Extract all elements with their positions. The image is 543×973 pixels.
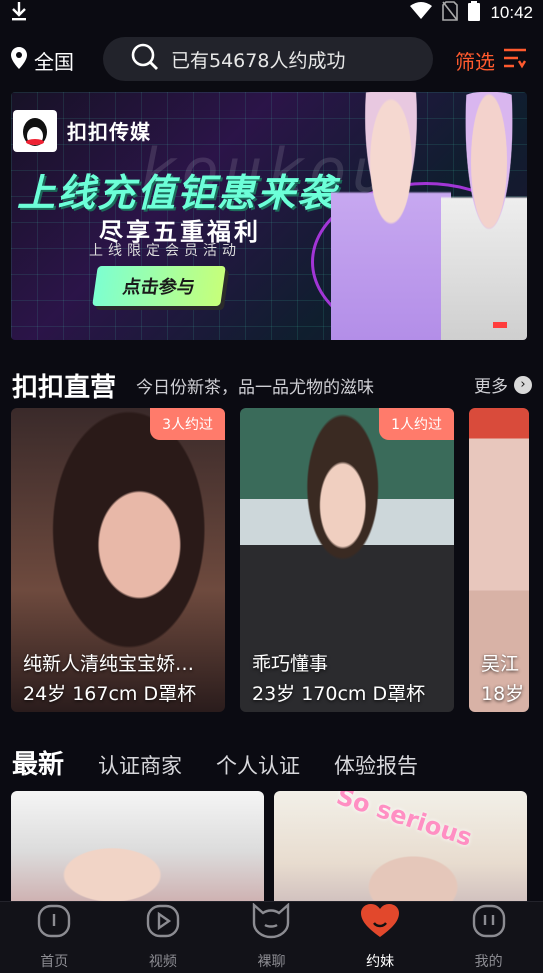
profile-meta: 24岁 167cm D罩杯	[23, 683, 197, 705]
nav-label: 我的	[474, 954, 503, 970]
tab-certified-merchants[interactable]: 认证商家	[98, 750, 182, 780]
featured-carousel[interactable]: 3人约过 纯新人清纯宝宝娇… 24岁 167cm D罩杯 1人约过 乖巧懂事 2…	[11, 408, 543, 712]
video-icon	[145, 903, 181, 943]
banner-headline: 上线充值钜惠来袭	[17, 171, 338, 215]
tab-personal-verified[interactable]: 个人认证	[216, 750, 300, 780]
banner-model-image	[331, 92, 451, 340]
location-label: 全国	[34, 50, 74, 74]
more-link[interactable]: 更多 ›	[474, 372, 532, 397]
promo-banner[interactable]: koukou 扣扣传媒 上线充值钜惠来袭 尽享五重福利 上线限定会员活动 点击参…	[11, 92, 527, 340]
tab-experience-reports[interactable]: 体验报告	[334, 750, 418, 780]
nav-item-profile[interactable]: 我的	[434, 902, 543, 973]
no-sim-icon	[442, 0, 459, 26]
more-label: 更多	[474, 377, 508, 397]
banner-cta-button[interactable]: 点击参与	[92, 266, 226, 306]
featured-section-header: 扣扣直营 今日份新茶，品一品尤物的滋味 更多 ›	[12, 368, 532, 403]
status-bar: 10:42	[0, 0, 543, 26]
listing-photo[interactable]: So serious	[274, 791, 527, 911]
latest-tabs: 最新 认证商家 个人认证 体验报告	[12, 744, 418, 781]
listing-photo[interactable]	[11, 791, 264, 911]
bottom-navigation: 首页 视频 裸聊 约妹 我的	[0, 901, 543, 973]
location-selector[interactable]: 全国	[10, 46, 74, 75]
section-title: 扣扣直营	[12, 372, 117, 403]
filter-icon	[503, 47, 527, 74]
nav-label: 约妹	[366, 954, 395, 970]
battery-icon	[468, 0, 481, 26]
home-icon	[36, 903, 72, 943]
booking-count-badge: 1人约过	[379, 408, 454, 440]
section-subtitle: 今日份新茶，品一品尤物的滋味	[136, 377, 375, 398]
cat-face-icon	[251, 902, 291, 943]
profile-name: 纯新人清纯宝宝娇…	[23, 653, 195, 675]
nav-item-live-chat[interactable]: 裸聊	[217, 902, 326, 973]
profile-card[interactable]: 1人约过 乖巧懂事 23岁 170cm D罩杯	[240, 408, 454, 712]
nav-item-home[interactable]: 首页	[0, 902, 109, 973]
download-icon	[10, 1, 28, 25]
banner-brand: 扣扣传媒	[67, 120, 151, 144]
profile-name: 吴江	[481, 653, 520, 675]
tab-latest[interactable]: 最新	[12, 744, 64, 781]
profile-name: 乖巧懂事	[252, 653, 329, 675]
banner-tagline: 上线限定会员活动	[89, 243, 241, 259]
wifi-icon	[410, 1, 433, 25]
chevron-right-icon: ›	[514, 375, 532, 394]
profile-card[interactable]: 吴江 18岁	[469, 408, 529, 712]
search-icon	[131, 43, 159, 76]
profile-meta: 23岁 170cm D罩杯	[252, 683, 426, 705]
profile-meta: 18岁	[481, 683, 525, 705]
nav-label: 视频	[148, 954, 177, 970]
heart-icon	[360, 903, 400, 943]
banner-page-indicator	[493, 322, 507, 328]
filter-label: 筛选	[455, 50, 495, 74]
profile-icon	[471, 903, 507, 943]
profile-card[interactable]: 3人约过 纯新人清纯宝宝娇… 24岁 167cm D罩杯	[11, 408, 225, 712]
booking-count-badge: 3人约过	[150, 408, 225, 440]
search-text: 已有54678人约成功	[171, 49, 346, 72]
nav-item-dating[interactable]: 约妹	[326, 902, 435, 973]
filter-button[interactable]: 筛选	[455, 46, 527, 75]
search-bar[interactable]: 已有54678人约成功	[103, 37, 433, 81]
location-pin-icon	[10, 47, 28, 74]
clock: 10:42	[490, 3, 533, 22]
nav-label: 首页	[40, 954, 69, 970]
nav-item-video[interactable]: 视频	[109, 902, 218, 973]
brand-logo	[13, 110, 57, 152]
top-bar: 全国 已有54678人约成功 筛选	[0, 36, 543, 84]
nav-label: 裸聊	[257, 954, 286, 970]
photo-sticker-decoration: So serious	[333, 791, 476, 853]
banner-model-image	[441, 92, 527, 340]
